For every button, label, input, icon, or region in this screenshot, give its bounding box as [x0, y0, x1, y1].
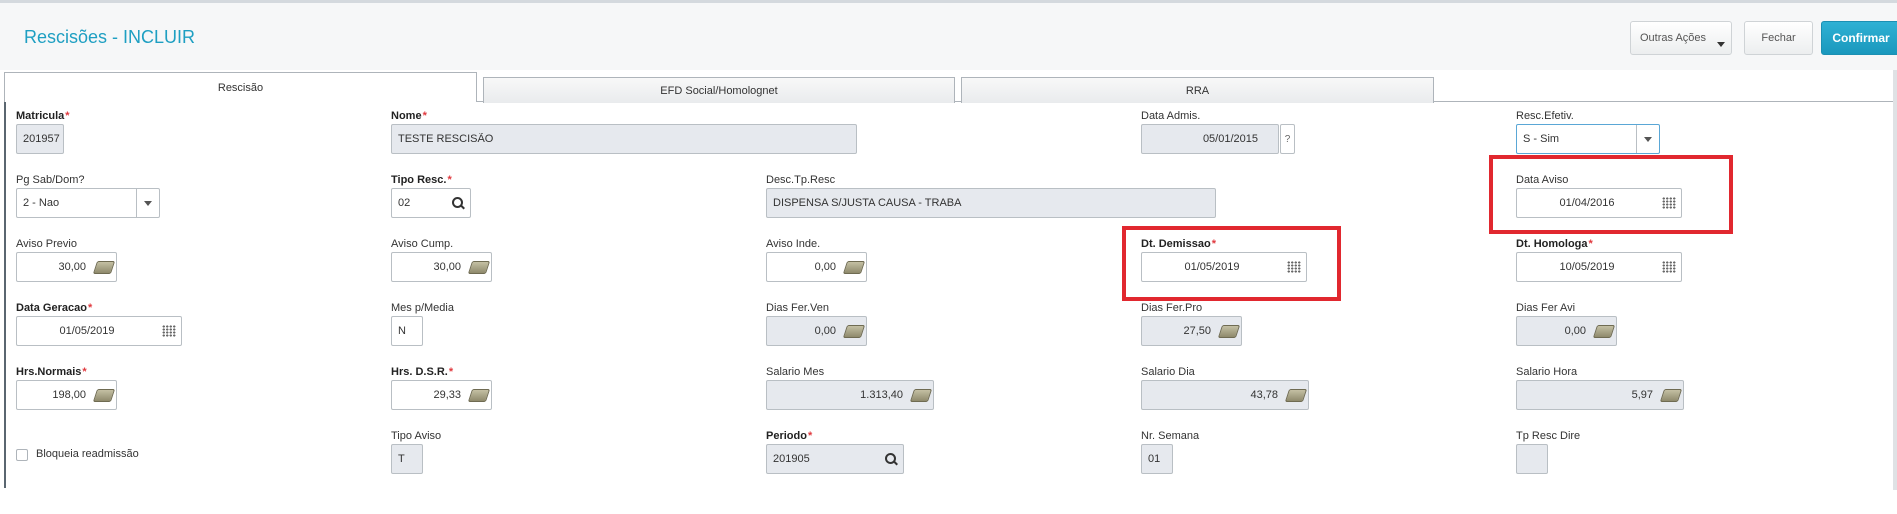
right-scrollbar[interactable]	[1893, 70, 1897, 490]
hrs-normais-field[interactable]: 198,00	[16, 380, 117, 410]
calculator-icon[interactable]	[1217, 317, 1241, 345]
salario-dia-label: Salario Dia	[1141, 366, 1195, 378]
calculator-icon[interactable]	[1284, 381, 1308, 409]
chevron-down-icon	[1636, 125, 1659, 153]
salario-mes-label: Salario Mes	[766, 366, 825, 378]
chevron-down-icon	[136, 189, 159, 217]
dias-fer-ven-label: Dias Fer.Ven	[766, 302, 829, 314]
caret-down-icon	[1717, 42, 1725, 47]
highlight-data-aviso	[1489, 155, 1733, 234]
tipo-resc-field[interactable]: 02	[391, 188, 471, 218]
data-geracao-field[interactable]: 01/05/2019	[16, 316, 182, 346]
calculator-icon[interactable]	[842, 317, 866, 345]
hrs-dsr-label: Hrs. D.S.R.*	[391, 366, 454, 378]
data-geracao-label: Data Geracao*	[16, 302, 93, 314]
pg-sab-dom-label: Pg Sab/Dom?	[16, 174, 85, 186]
confirmar-button[interactable]: Confirmar	[1821, 21, 1897, 55]
tab-rescisao[interactable]: Rescisão	[4, 72, 477, 102]
left-edge-bar	[4, 102, 6, 488]
nome-field[interactable]: TESTE RESCISÃO	[391, 124, 857, 154]
data-admis-label: Data Admis.	[1141, 110, 1201, 122]
resc-efetiv-select[interactable]: S - Sim	[1516, 124, 1660, 154]
calculator-icon[interactable]	[842, 253, 866, 281]
resc-efetiv-label: Resc.Efetiv.	[1516, 110, 1574, 122]
tipo-aviso-field[interactable]: T	[391, 444, 423, 474]
dt-homologa-label: Dt. Homologa*	[1516, 238, 1593, 250]
data-admis-help-button[interactable]: ?	[1280, 124, 1295, 154]
aviso-cump-label: Aviso Cump.	[391, 238, 454, 250]
calculator-icon[interactable]	[909, 381, 933, 409]
aviso-previo-field[interactable]: 30,00	[16, 252, 117, 282]
calculator-icon[interactable]	[467, 381, 491, 409]
search-icon[interactable]	[446, 189, 470, 217]
desc-tp-resc-field[interactable]: DISPENSA S/JUSTA CAUSA - TRABA	[766, 188, 1216, 218]
salario-hora-label: Salario Hora	[1516, 366, 1578, 378]
nr-semana-field[interactable]: 01	[1141, 444, 1173, 474]
tp-resc-dire-field[interactable]	[1516, 444, 1548, 474]
tp-resc-dire-label: Tp Resc Dire	[1516, 430, 1581, 442]
tipo-aviso-label: Tipo Aviso	[391, 430, 442, 442]
calculator-icon[interactable]	[92, 253, 116, 281]
tab-efd-social-homolognet[interactable]: EFD Social/Homolognet	[483, 77, 955, 103]
dias-fer-ven-field[interactable]: 0,00	[766, 316, 867, 346]
highlight-dt-demissao	[1122, 226, 1341, 301]
nome-label: Nome*	[391, 110, 427, 122]
mes-p-media-field[interactable]: N	[391, 316, 423, 346]
aviso-inde-label: Aviso Inde.	[766, 238, 821, 250]
tab-rra[interactable]: RRA	[961, 77, 1434, 103]
periodo-label: Periodo*	[766, 430, 813, 442]
outras-acoes-label: Outras Ações	[1640, 32, 1707, 44]
bloqueia-readmissao-label: Bloqueia readmissão	[36, 448, 139, 460]
data-admis-field[interactable]: 05/01/2015	[1141, 124, 1279, 154]
periodo-field[interactable]: 201905	[766, 444, 904, 474]
dias-fer-avi-field[interactable]: 0,00	[1516, 316, 1617, 346]
salario-hora-field[interactable]: 5,97	[1516, 380, 1684, 410]
aviso-inde-field[interactable]: 0,00	[766, 252, 867, 282]
aviso-previo-label: Aviso Previo	[16, 238, 77, 250]
matricula-label: Matricula*	[16, 110, 70, 122]
calculator-icon[interactable]	[92, 381, 116, 409]
page-title: Rescisões - INCLUIR	[24, 27, 196, 47]
pg-sab-dom-select[interactable]: 2 - Nao	[16, 188, 160, 218]
calendar-icon[interactable]	[157, 317, 181, 345]
outras-acoes-button[interactable]: Outras Ações	[1630, 21, 1732, 55]
page-header: Rescisões - INCLUIR Outras Ações Fechar …	[0, 3, 1897, 70]
bloqueia-readmissao-checkbox[interactable]	[16, 449, 28, 461]
salario-mes-field[interactable]: 1.313,40	[766, 380, 934, 410]
calculator-icon[interactable]	[1592, 317, 1616, 345]
nr-semana-label: Nr. Semana	[1141, 430, 1200, 442]
dias-fer-avi-label: Dias Fer Avi	[1516, 302, 1576, 314]
dias-fer-pro-label: Dias Fer.Pro	[1141, 302, 1203, 314]
calculator-icon[interactable]	[467, 253, 491, 281]
hrs-dsr-field[interactable]: 29,33	[391, 380, 492, 410]
hrs-normais-label: Hrs.Normais*	[16, 366, 87, 378]
tipo-resc-label: Tipo Resc.*	[391, 174, 452, 186]
fechar-button[interactable]: Fechar	[1744, 21, 1813, 55]
dias-fer-pro-field[interactable]: 27,50	[1141, 316, 1242, 346]
search-icon[interactable]	[879, 445, 903, 473]
mes-p-media-label: Mes p/Media	[391, 302, 454, 314]
matricula-field[interactable]: 201957	[16, 124, 64, 154]
aviso-cump-field[interactable]: 30,00	[391, 252, 492, 282]
salario-dia-field[interactable]: 43,78	[1141, 380, 1309, 410]
calculator-icon[interactable]	[1659, 381, 1683, 409]
calendar-icon[interactable]	[1657, 253, 1681, 281]
desc-tp-resc-label: Desc.Tp.Resc	[766, 174, 836, 186]
dt-homologa-field[interactable]: 10/05/2019	[1516, 252, 1682, 282]
